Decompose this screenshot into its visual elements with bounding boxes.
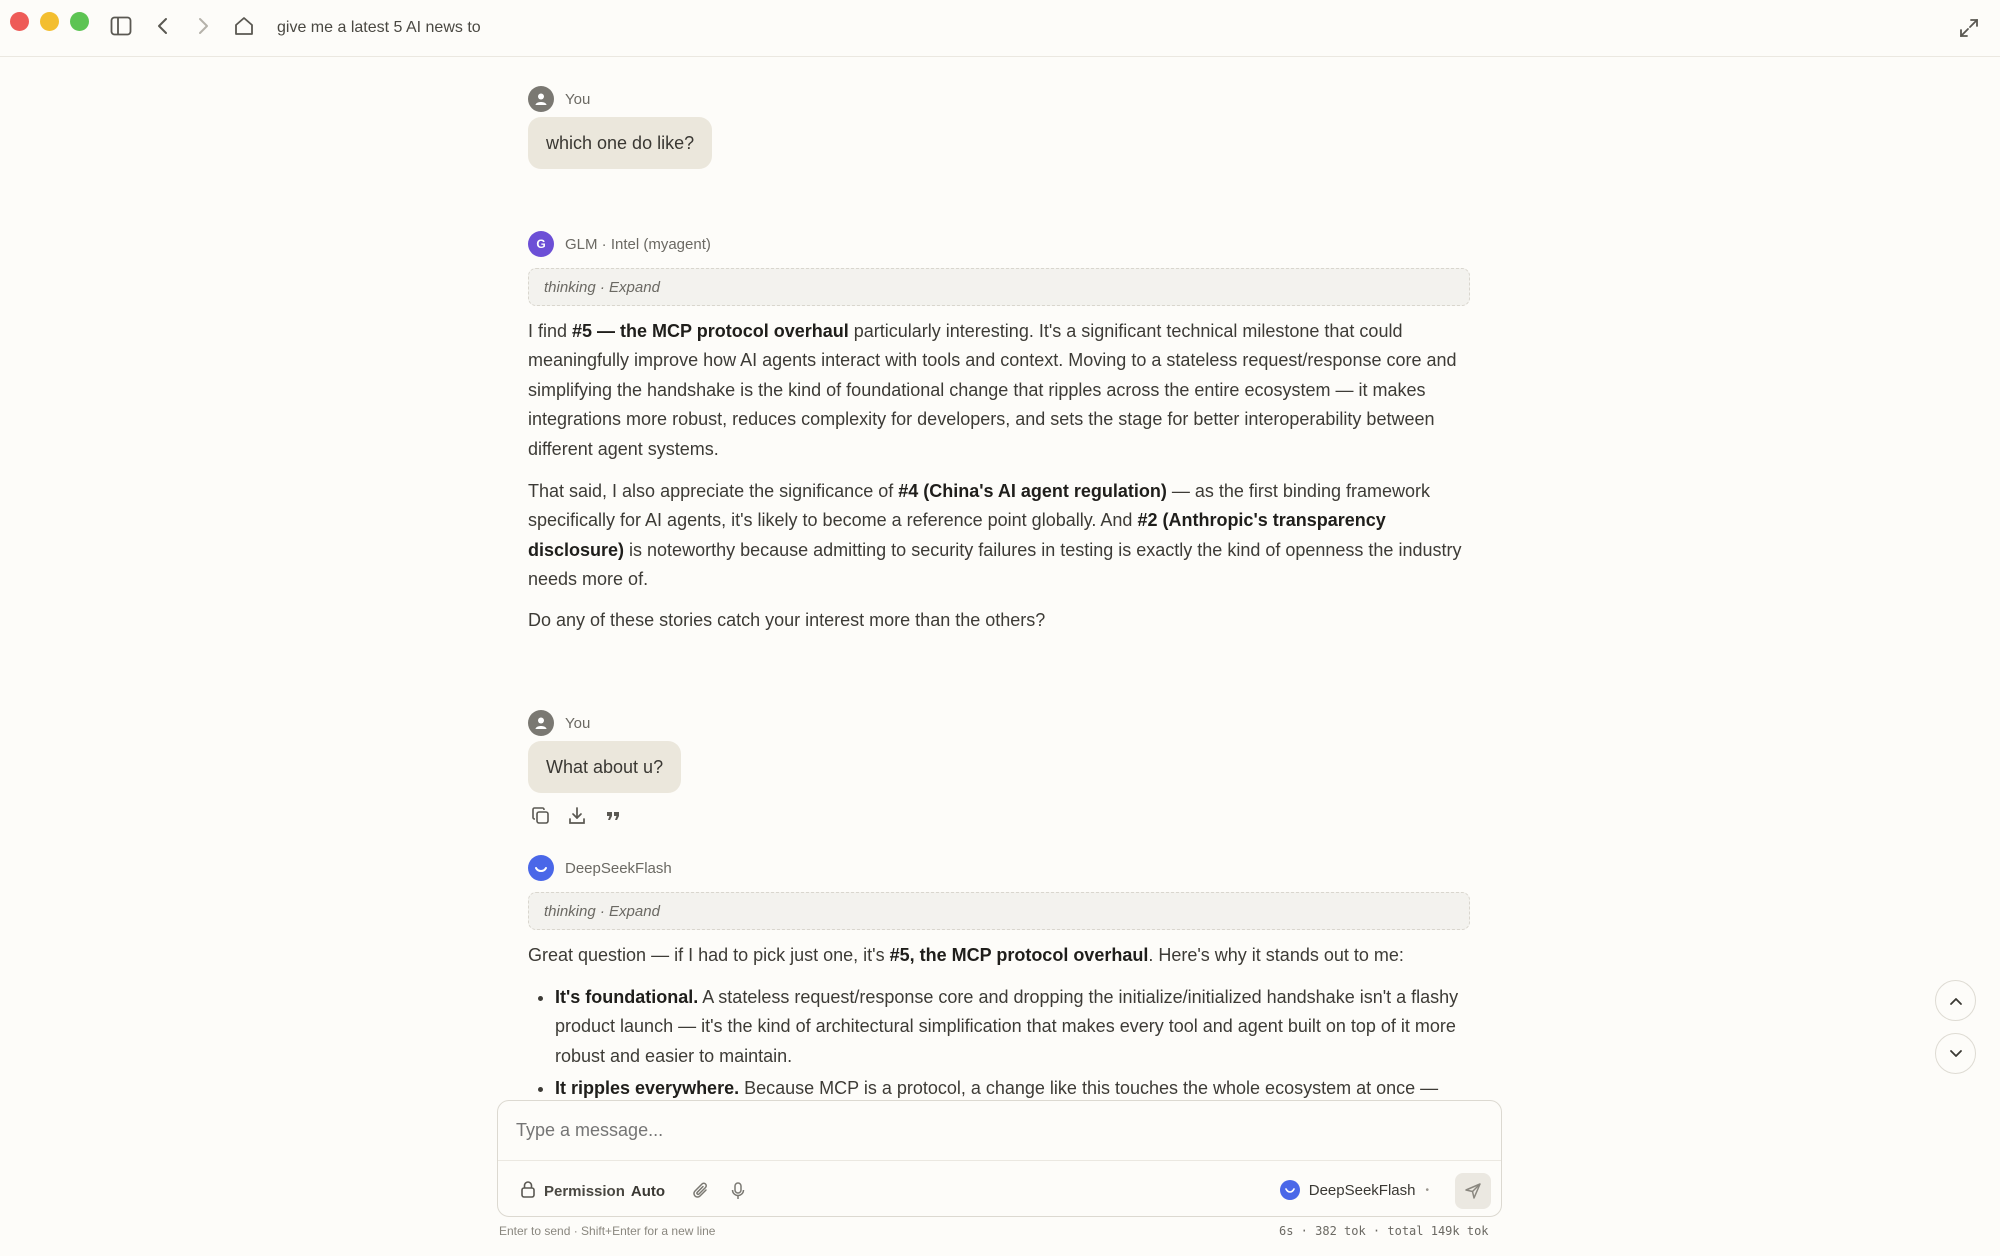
home-icon[interactable] [231, 13, 257, 39]
forward-arrow-icon[interactable] [190, 13, 216, 39]
attach-paperclip-icon[interactable] [689, 1179, 713, 1203]
author-name: You [565, 714, 591, 732]
assistant-paragraph: I find #5 — the MCP protocol overhaul pa… [528, 321, 1457, 459]
message-author-row: DeepSeekFlash [528, 855, 672, 881]
scroll-down-button[interactable] [1935, 1033, 1976, 1074]
assistant-paragraph: That said, I also appreciate the signifi… [528, 481, 1462, 590]
composer-hint: Enter to send · Shift+Enter for a new li… [499, 1224, 716, 1238]
scroll-up-button[interactable] [1935, 980, 1976, 1021]
deepseek-model-icon [1279, 1180, 1300, 1200]
author-name: DeepSeekFlash [565, 859, 672, 877]
message-author-row: You [528, 86, 590, 112]
user-message-bubble: which one do like? [528, 117, 713, 169]
user-avatar-icon [528, 710, 554, 736]
author-name: You [565, 90, 591, 108]
assistant-paragraph: Do any of these stories catch your inter… [528, 610, 1046, 630]
window-close-button[interactable] [10, 12, 29, 31]
lock-icon [520, 1180, 536, 1202]
message-actions [530, 805, 624, 827]
sidebar-toggle-icon[interactable] [108, 13, 134, 39]
model-selector[interactable]: DeepSeekFlash • [1279, 1180, 1429, 1200]
title-bar: give me a latest 5 AI news to [0, 0, 2000, 57]
list-item: It ripples everywhere. Because MCP is a … [555, 1074, 1472, 1098]
glm-avatar: G [528, 231, 554, 257]
copy-icon[interactable] [530, 805, 552, 827]
microphone-icon[interactable] [726, 1179, 750, 1203]
list-item: It's foundational. A stateless request/r… [555, 983, 1472, 1071]
user-avatar-icon [528, 86, 554, 112]
window-maximize-button[interactable] [70, 12, 89, 31]
send-button[interactable] [1455, 1173, 1491, 1209]
message-composer: Permission Auto DeepSeekFlash • [497, 1100, 1502, 1217]
token-stats: 6s · 382 tok · total 149k tok [1279, 1224, 1489, 1238]
author-name: GLM · Intel (myagent) [565, 235, 711, 253]
message-author-row: G GLM · Intel (myagent) [528, 231, 711, 257]
composer-divider [498, 1160, 1501, 1161]
chevron-down-icon: • [1425, 1184, 1429, 1196]
model-name: DeepSeekFlash [1308, 1181, 1416, 1199]
permission-selector[interactable]: Permission Auto [520, 1180, 665, 1202]
message-input[interactable] [516, 1120, 1476, 1141]
permission-label: Permission [544, 1182, 625, 1200]
thinking-expand-toggle[interactable]: thinking · Expand [528, 892, 1470, 930]
window-title: give me a latest 5 AI news to [277, 19, 481, 36]
thinking-expand-toggle[interactable]: thinking · Expand [528, 268, 1470, 306]
assistant-paragraph: Great question — if I had to pick just o… [528, 945, 1404, 965]
assistant-bullet-list: It's foundational. A stateless request/r… [528, 983, 1472, 1098]
message-author-row: You [528, 710, 590, 736]
fullscreen-icon[interactable] [1956, 15, 1982, 41]
send-icon [1465, 1183, 1481, 1199]
back-arrow-icon[interactable] [150, 13, 176, 39]
quote-icon[interactable] [602, 805, 624, 827]
deepseek-avatar-icon [528, 855, 554, 881]
download-icon[interactable] [566, 805, 588, 827]
user-message-bubble: What about u? [528, 741, 682, 793]
permission-value: Auto [630, 1182, 666, 1200]
window-minimize-button[interactable] [40, 12, 59, 31]
